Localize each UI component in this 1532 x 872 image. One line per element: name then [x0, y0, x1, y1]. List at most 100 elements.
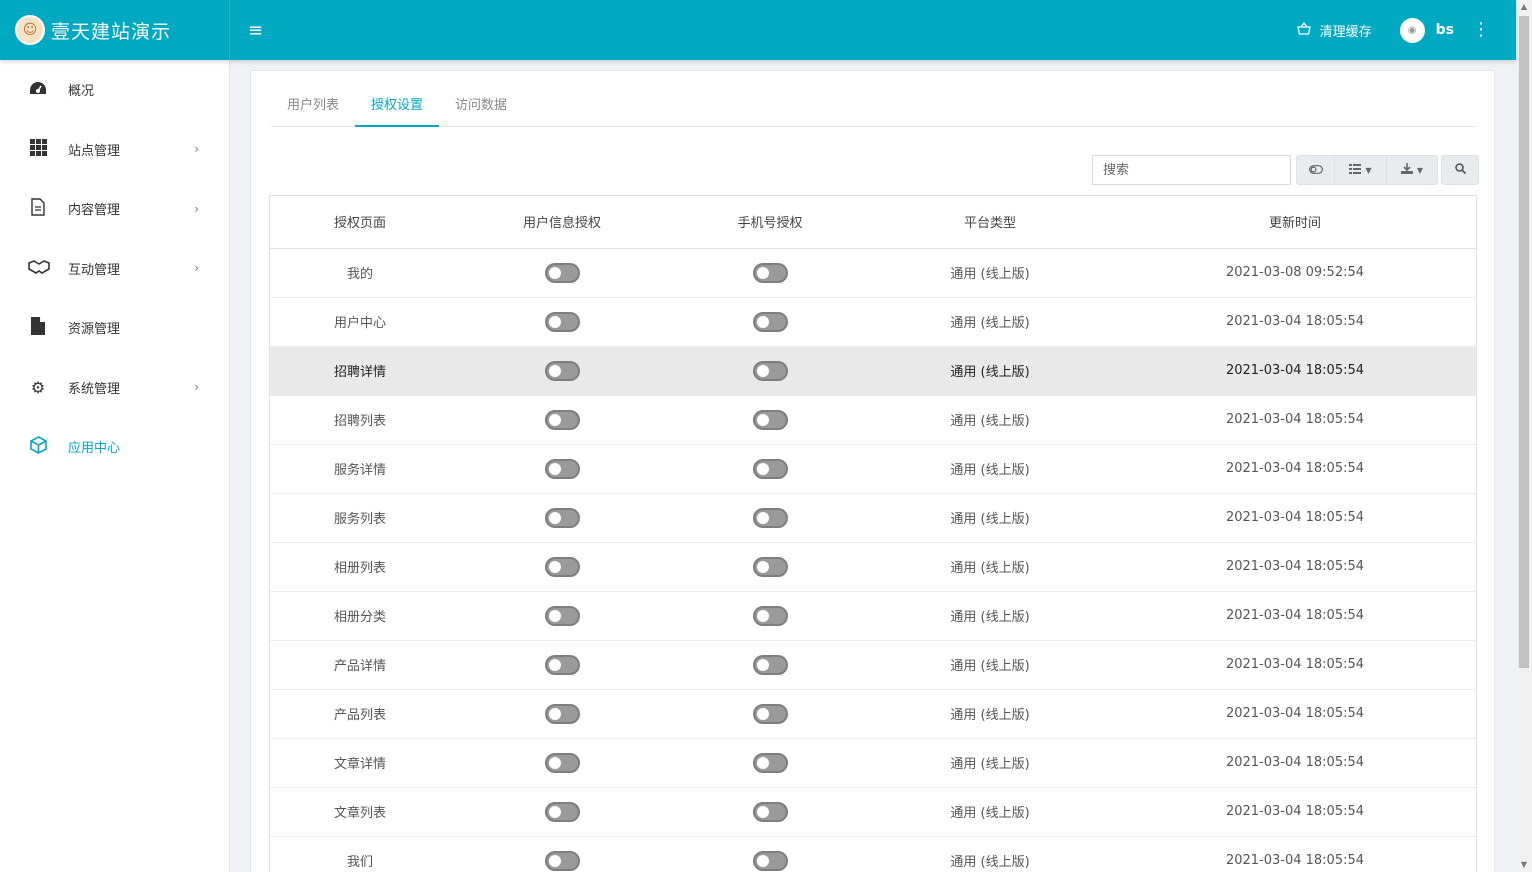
sidebar-item-label: 概况 [68, 84, 95, 100]
table-row[interactable]: 服务详情 通用 (线上版) 2021-03-04 18:05:54 [270, 444, 1476, 494]
auth-page-cell: 服务列表 [270, 493, 450, 543]
table-row[interactable]: 服务列表 通用 (线上版) 2021-03-04 18:05:54 [270, 493, 1476, 543]
clear-cache-button[interactable]: 清理缓存 [1296, 21, 1372, 40]
user-info-auth-toggle[interactable] [544, 752, 580, 773]
table-row[interactable]: 我的 通用 (线上版) 2021-03-08 09:52:54 [270, 248, 1476, 298]
phone-auth-toggle[interactable] [752, 262, 788, 283]
tab-user-list[interactable]: 用户列表 [271, 89, 355, 127]
updated-time-cell: 2021-03-04 18:05:54 [1114, 297, 1476, 347]
column-header[interactable]: 授权页面 [270, 196, 450, 249]
sidebar-item-label: 资源管理 [68, 322, 121, 338]
auth-page-cell: 相册分类 [270, 591, 450, 641]
table-row[interactable]: 相册分类 通用 (线上版) 2021-03-04 18:05:54 [270, 591, 1476, 641]
toggle-cell [450, 395, 674, 445]
sidebar-item-interaction-management[interactable]: 互动管理 › [0, 239, 229, 299]
platform-type-cell: 通用 (线上版) [866, 542, 1114, 592]
phone-auth-toggle[interactable] [752, 703, 788, 724]
sidebar-item-resource-management[interactable]: 资源管理 [0, 298, 229, 358]
column-header[interactable]: 手机号授权 [674, 196, 866, 249]
user-info-auth-toggle[interactable] [544, 507, 580, 528]
search-input[interactable] [1092, 155, 1291, 185]
table-row[interactable]: 产品详情 通用 (线上版) 2021-03-04 18:05:54 [270, 640, 1476, 690]
user-info-auth-toggle[interactable] [544, 654, 580, 675]
user-info-auth-toggle[interactable] [544, 360, 580, 381]
toggle-cell [450, 640, 674, 690]
tab-auth-settings[interactable]: 授权设置 [355, 89, 440, 127]
user-info-auth-toggle[interactable] [544, 801, 580, 822]
updated-time-cell: 2021-03-04 18:05:54 [1114, 444, 1476, 494]
user-info-auth-toggle[interactable] [544, 409, 580, 430]
user-info-auth-toggle[interactable] [544, 605, 580, 626]
table-row[interactable]: 用户中心 通用 (线上版) 2021-03-04 18:05:54 [270, 297, 1476, 347]
sidebar-item-app-center[interactable]: 应用中心 [0, 417, 229, 477]
toggle-cell [674, 493, 866, 543]
tab-access-data[interactable]: 访问数据 [439, 89, 523, 127]
sidebar-item-overview[interactable]: 概况 [0, 60, 229, 120]
sidebar-item-content-management[interactable]: 内容管理 › [0, 179, 229, 239]
column-header[interactable]: 更新时间 [1114, 196, 1476, 249]
toggle-cell [674, 248, 866, 298]
phone-auth-toggle[interactable] [752, 850, 788, 871]
export-dropdown-button[interactable]: ▼ [1387, 155, 1438, 185]
table-row[interactable]: 招聘列表 通用 (线上版) 2021-03-04 18:05:54 [270, 395, 1476, 445]
phone-auth-toggle[interactable] [752, 507, 788, 528]
table-row[interactable]: 相册列表 通用 (线上版) 2021-03-04 18:05:54 [270, 542, 1476, 592]
phone-auth-toggle[interactable] [752, 605, 788, 626]
user-info-auth-toggle[interactable] [544, 262, 580, 283]
toggle-cell [450, 248, 674, 298]
phone-auth-toggle[interactable] [752, 311, 788, 332]
updated-time-cell: 2021-03-04 18:05:54 [1114, 591, 1476, 641]
chevron-right-icon: › [194, 261, 199, 276]
phone-auth-toggle[interactable] [752, 752, 788, 773]
user-info-auth-toggle[interactable] [544, 311, 580, 332]
toggle-cell [450, 787, 674, 837]
user-info-auth-toggle[interactable] [544, 703, 580, 724]
columns-dropdown-button[interactable]: ▼ [1335, 155, 1387, 185]
menu-toggle-icon[interactable]: ≡ [248, 20, 263, 41]
table-row[interactable]: 产品列表 通用 (线上版) 2021-03-04 18:05:54 [270, 689, 1476, 739]
user-info-auth-toggle[interactable] [544, 556, 580, 577]
scroll-up-icon[interactable]: ▲ [1516, 0, 1532, 14]
auth-page-cell: 招聘详情 [270, 346, 450, 396]
table-row[interactable]: 文章详情 通用 (线上版) 2021-03-04 18:05:54 [270, 738, 1476, 788]
platform-type-cell: 通用 (线上版) [866, 689, 1114, 739]
phone-auth-toggle[interactable] [752, 458, 788, 479]
toggle-cell [450, 444, 674, 494]
toggle-cell [450, 738, 674, 788]
auth-page-cell: 相册列表 [270, 542, 450, 592]
toggle-cell [674, 738, 866, 788]
platform-type-cell: 通用 (线上版) [866, 297, 1114, 347]
avatar: ◉ [1399, 17, 1425, 43]
table-row[interactable]: 文章列表 通用 (线上版) 2021-03-04 18:05:54 [270, 787, 1476, 837]
phone-auth-toggle[interactable] [752, 360, 788, 381]
sidebar-item-label: 互动管理 [68, 262, 121, 278]
scrollbar-thumb[interactable] [1519, 16, 1529, 668]
user-menu[interactable]: ◉ bs ⋮ [1399, 17, 1490, 43]
sidebar-item-site-management[interactable]: 站点管理 › [0, 120, 229, 180]
page-scrollbar[interactable]: ▲ ▼ [1516, 0, 1532, 872]
toggle-icon [1308, 163, 1323, 177]
search-button[interactable] [1441, 155, 1479, 185]
auth-page-cell: 我们 [270, 836, 450, 872]
user-info-auth-toggle[interactable] [544, 458, 580, 479]
toggle-cell [674, 542, 866, 592]
more-options-icon[interactable]: ⋮ [1472, 21, 1490, 39]
table-row[interactable]: 招聘详情 通用 (线上版) 2021-03-04 18:05:54 [270, 346, 1476, 396]
phone-auth-toggle[interactable] [752, 409, 788, 430]
platform-type-cell: 通用 (线上版) [866, 787, 1114, 837]
sidebar-item-system-management[interactable]: ⚙ 系统管理 › [0, 358, 229, 418]
column-header[interactable]: 平台类型 [866, 196, 1114, 249]
table-row[interactable]: 我们 通用 (线上版) 2021-03-04 18:05:54 [270, 836, 1476, 872]
phone-auth-toggle[interactable] [752, 801, 788, 822]
user-info-auth-toggle[interactable] [544, 850, 580, 871]
column-header[interactable]: 用户信息授权 [450, 196, 674, 249]
handshake-icon [28, 259, 50, 278]
toggle-view-button[interactable] [1296, 155, 1335, 185]
phone-auth-toggle[interactable] [752, 654, 788, 675]
phone-auth-toggle[interactable] [752, 556, 788, 577]
updated-time-cell: 2021-03-04 18:05:54 [1114, 395, 1476, 445]
updated-time-cell: 2021-03-04 18:05:54 [1114, 689, 1476, 739]
scroll-down-icon[interactable]: ▼ [1516, 858, 1532, 872]
brand[interactable]: ☺ 壹天建站演示 [0, 0, 230, 60]
updated-time-cell: 2021-03-04 18:05:54 [1114, 787, 1476, 837]
